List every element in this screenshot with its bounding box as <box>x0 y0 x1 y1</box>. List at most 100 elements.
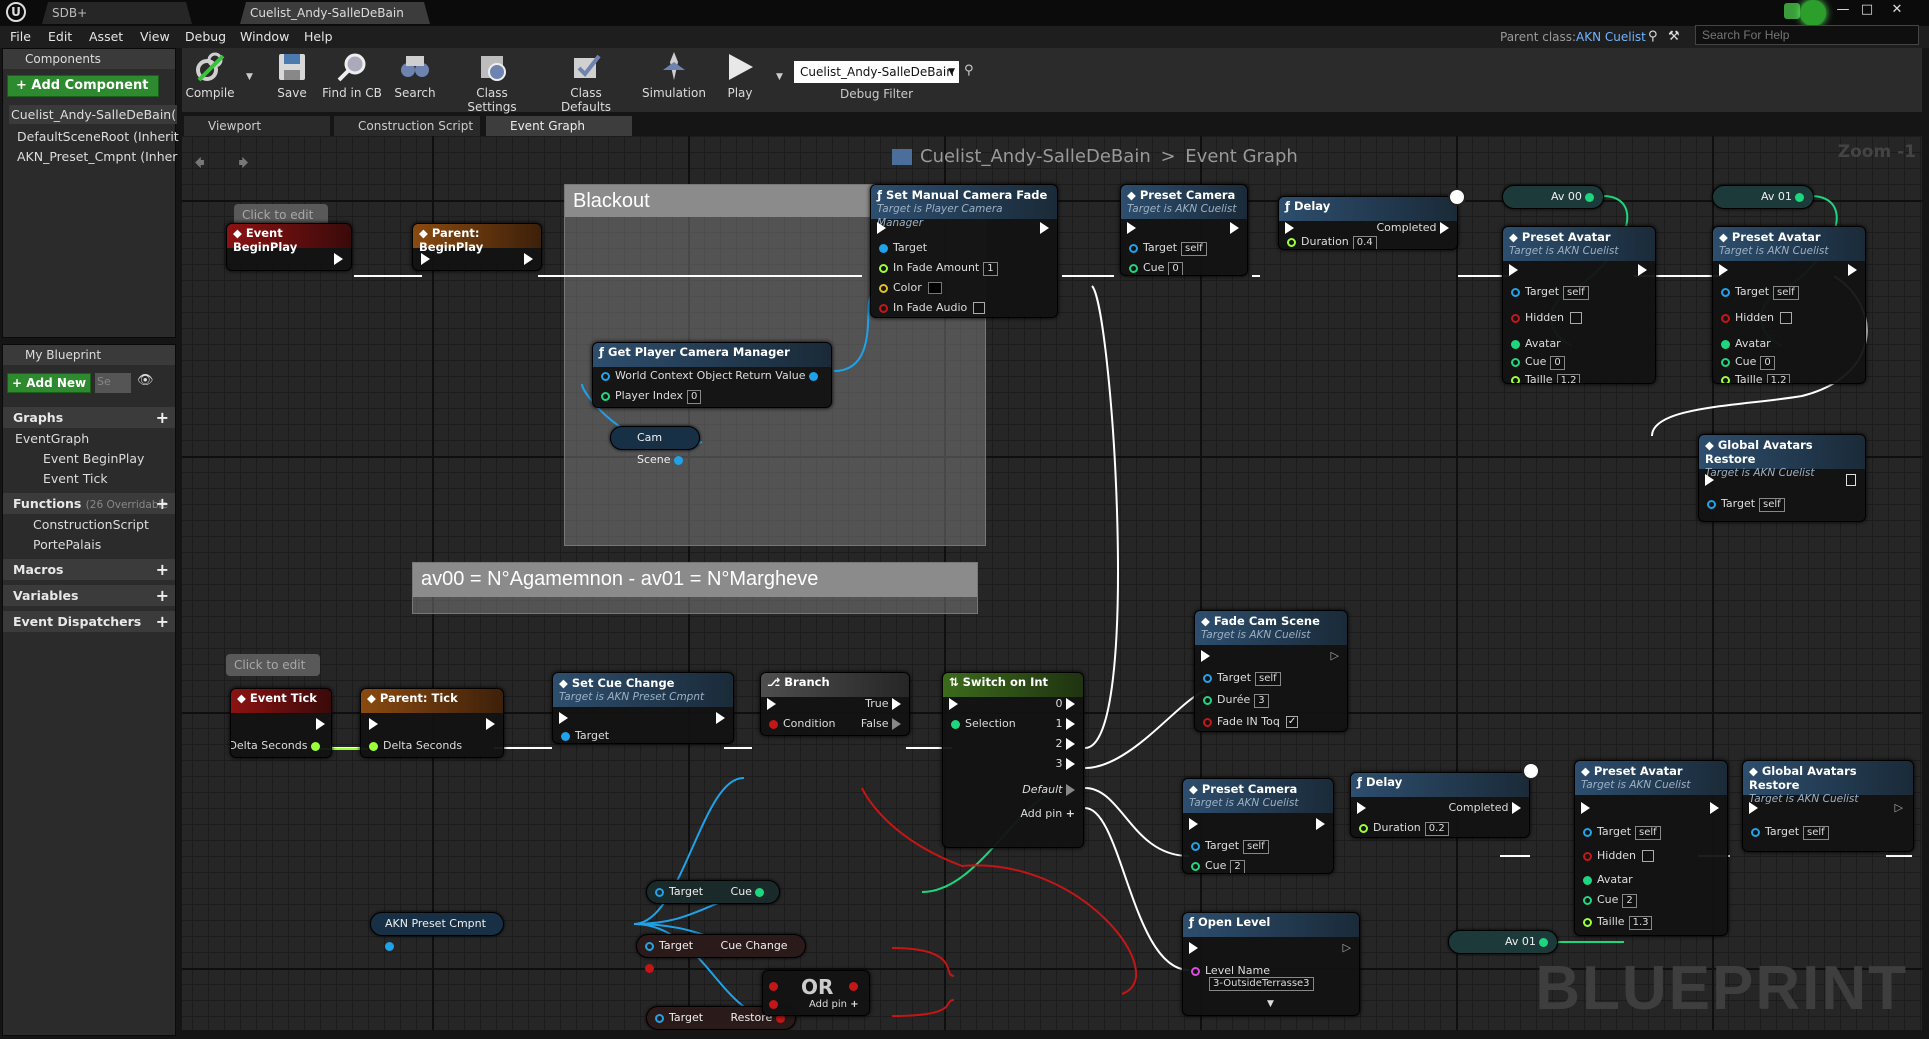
wrench-icon[interactable]: ⚒ <box>1668 29 1680 44</box>
simulation-button[interactable]: Simulation <box>640 50 708 110</box>
target-pin[interactable]: Target self <box>1511 285 1589 300</box>
node-or[interactable]: OR Add pin + <box>762 970 870 1016</box>
exec-out-pin[interactable] <box>1316 817 1325 830</box>
var-akn-preset-cmpnt[interactable]: AKN Preset Cmpnt <box>370 912 504 951</box>
node-preset-camera[interactable]: ◆ Preset Camera Target is AKN Cuelist Tar… <box>1182 778 1334 874</box>
node-global-avatars-restore[interactable]: ◆ Global Avatars Restore Target is AKN Cu… <box>1742 760 1914 852</box>
exec-in-pin[interactable] <box>1749 801 1758 814</box>
in-fade-audio-pin[interactable]: In Fade Audio <box>879 301 986 314</box>
menu-file[interactable]: File <box>10 26 31 48</box>
pin-value[interactable]: 2 <box>1230 860 1245 873</box>
color-swatch[interactable] <box>927 282 942 294</box>
graph-item-eventgraph[interactable]: EventGraph <box>15 431 89 446</box>
case-2-pin[interactable]: 2 <box>1056 737 1075 750</box>
target-pin[interactable]: Target self <box>1721 285 1799 300</box>
pin-value[interactable]: 0 <box>1168 262 1183 275</box>
event-graph-canvas[interactable]: 🠸 🠺 Cuelist_Andy-SalleDeBain > Event Gra… <box>182 136 1922 1030</box>
pin-value[interactable]: 0 <box>1760 356 1775 370</box>
add-function-icon[interactable]: + <box>156 493 169 514</box>
window-tab-sdb[interactable]: SDB+ <box>42 2 192 24</box>
close-window-button[interactable]: ✕ <box>1886 1 1908 19</box>
default-pin[interactable]: Default <box>1022 783 1075 796</box>
target-pin[interactable]: Target self <box>1751 825 1829 840</box>
debug-object-select[interactable]: Cuelist_Andy-SalleDeBain ▼ <box>794 61 959 83</box>
node-get-player-camera-manager[interactable]: ƒ Get Player Camera Manager World Contex… <box>592 342 832 408</box>
target-pin[interactable]: Target self <box>1707 497 1785 512</box>
source-control-icon[interactable] <box>1784 3 1800 19</box>
exec-out-pin[interactable] <box>524 252 533 265</box>
function-item-portepalais[interactable]: PortePalais <box>33 537 101 552</box>
menu-window[interactable]: Window <box>240 26 289 48</box>
exec-out-pin[interactable]: ▷ <box>1343 941 1351 954</box>
add-pin-button[interactable]: Add pin + <box>809 999 859 1010</box>
node-global-avatars-restore[interactable]: ◆ Global Avatars Restore Target is AKN Cu… <box>1698 434 1866 522</box>
exec-in-pin[interactable] <box>1357 801 1366 814</box>
parent-class-link[interactable]: AKN Cuelist <box>1576 30 1646 44</box>
checkbox[interactable] <box>1285 716 1298 728</box>
node-delay[interactable]: ƒ Delay Completed Duration 0.4 <box>1278 196 1458 250</box>
play-options-icon[interactable]: ▼ <box>776 72 783 82</box>
window-tab-cuelist[interactable]: Cuelist_Andy-SalleDeBain <box>240 2 430 24</box>
cue-pin[interactable]: Cue 0 <box>1129 261 1183 275</box>
menu-edit[interactable]: Edit <box>48 26 72 48</box>
class-defaults-button[interactable]: Class Defaults <box>544 50 628 114</box>
exec-in-pin[interactable] <box>1189 941 1198 954</box>
node-delay[interactable]: ƒ Delay Completed Duration 0.2 <box>1350 772 1530 838</box>
menu-help[interactable]: Help <box>304 26 333 48</box>
var-av00[interactable]: Av 00 <box>1502 185 1604 209</box>
exec-out-pin[interactable] <box>1638 263 1647 276</box>
cue-pin[interactable]: Cue 0 <box>1511 355 1565 370</box>
true-pin[interactable]: True <box>865 697 901 710</box>
dispatchers-category[interactable]: Event Dispatchers + <box>3 611 175 632</box>
macros-category[interactable]: Macros + <box>3 559 175 580</box>
avatar-pin[interactable]: Avatar <box>1583 873 1633 886</box>
pin-value[interactable]: 0 <box>687 390 702 404</box>
level-name-pin[interactable]: Level Name 3-OutsideTerrasse3 <box>1191 965 1314 991</box>
add-pin-button[interactable]: Add pin + <box>1020 807 1075 820</box>
exec-out-pin[interactable] <box>334 252 343 265</box>
condition-pin[interactable]: Condition <box>769 717 836 730</box>
exec-in-pin[interactable] <box>1127 221 1136 234</box>
node-preset-avatar[interactable]: ◆ Preset Avatar Target is AKN Cuelist Tar… <box>1712 226 1866 384</box>
delta-seconds-pin[interactable]: Delta Seconds <box>231 739 325 752</box>
taille-pin[interactable]: Taille 1.2 <box>1511 373 1581 383</box>
exec-out-pin[interactable] <box>716 711 725 724</box>
add-new-button[interactable]: + Add New <box>7 373 91 393</box>
exec-in-pin[interactable] <box>1201 649 1210 662</box>
debug-browse-icon[interactable]: ⚲ <box>964 63 974 78</box>
node-event-tick[interactable]: ◆ Event Tick Delta Seconds <box>230 688 332 758</box>
exec-out-pin[interactable] <box>486 717 495 730</box>
checkbox[interactable] <box>1780 312 1793 324</box>
exec-out-pin[interactable] <box>1040 221 1049 234</box>
checkbox[interactable] <box>973 302 986 314</box>
add-graph-icon[interactable]: + <box>156 407 169 428</box>
or-output-pin[interactable] <box>849 979 863 992</box>
pin-value[interactable]: 1.3 <box>1628 916 1653 930</box>
exec-out-pin[interactable]: ▷ <box>1895 801 1903 814</box>
exec-out-pin[interactable] <box>1710 801 1719 814</box>
add-macro-icon[interactable]: + <box>156 559 169 580</box>
cue-pin[interactable]: Cue 0 <box>1721 355 1775 370</box>
find-in-cb-button[interactable]: Find in CB <box>320 50 384 110</box>
exec-in-pin[interactable] <box>369 717 378 730</box>
completed-pin[interactable]: Completed <box>1449 801 1521 814</box>
add-variable-icon[interactable]: + <box>156 585 169 606</box>
hidden-pin[interactable]: Hidden <box>1721 311 1793 324</box>
world-context-pin[interactable]: World Context Object <box>601 369 732 382</box>
browse-icon[interactable]: ⚲ <box>1648 29 1658 44</box>
add-dispatcher-icon[interactable]: + <box>156 611 169 632</box>
exec-out-pin[interactable]: ▷ <box>1331 649 1339 662</box>
cue-pin[interactable]: Cue 2 <box>1583 893 1637 908</box>
exec-in-pin[interactable] <box>1285 221 1294 234</box>
graph-item-beginplay[interactable]: Event BeginPlay <box>43 451 144 466</box>
target-pin[interactable]: Target self <box>1203 671 1281 686</box>
pin-value[interactable]: 0.4 <box>1352 236 1377 249</box>
variables-category[interactable]: Variables + <box>3 585 175 606</box>
in-fade-amount-pin[interactable]: In Fade Amount 1 <box>879 261 998 276</box>
target-pin[interactable]: Target self <box>1129 241 1207 256</box>
pin-value[interactable]: 1 <box>983 262 998 276</box>
pin-value[interactable]: 3 <box>1254 694 1269 708</box>
node-switch-on-int[interactable]: ⇅ Switch on Int Selection 0 1 2 3 Defaul… <box>942 672 1084 848</box>
menu-view[interactable]: View <box>140 26 170 48</box>
component-item-defaultsceneroot[interactable]: DefaultSceneRoot (Inherit <box>17 129 179 144</box>
